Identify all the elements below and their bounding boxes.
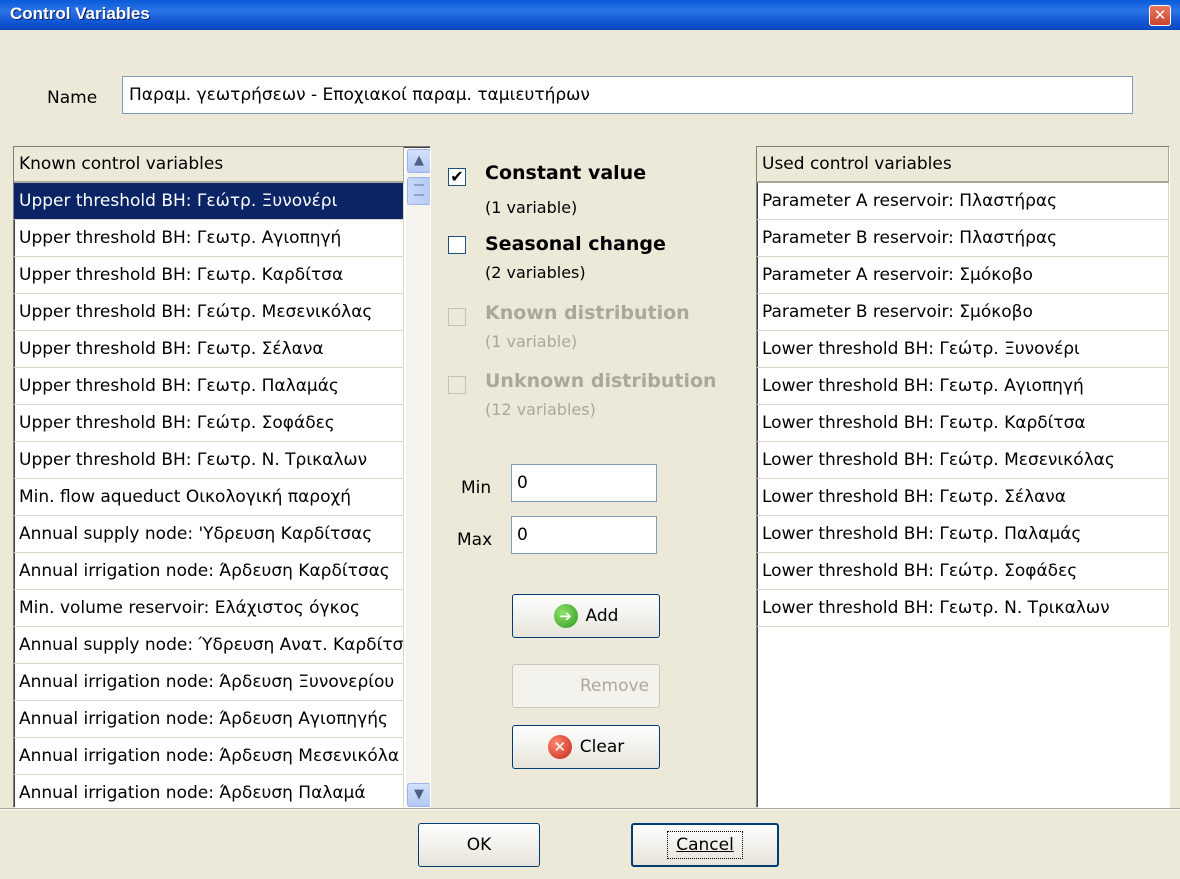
max-input[interactable] (511, 516, 657, 554)
seasonal-change-count: (2 variables) (485, 263, 586, 282)
add-button-label: Add (585, 606, 619, 626)
used-variables-list: Used control variables Parameter A reser… (756, 146, 1170, 808)
clear-icon: ✕ (547, 735, 572, 759)
list-item[interactable]: Min. volume reservoir: Ελάχιστος όγκος (14, 590, 404, 627)
list-item[interactable]: Parameter B reservoir: Σμόκοβο (757, 294, 1169, 331)
known-distribution-checkbox (448, 308, 466, 326)
remove-button-label: Remove (580, 676, 649, 696)
min-label: Min (461, 478, 492, 498)
name-label: Name (47, 88, 98, 108)
clear-button[interactable]: ✕ Clear (512, 725, 660, 769)
list-item[interactable]: Annual irrigation node: Άρδευση Ξυνονερί… (14, 664, 404, 701)
list-item[interactable]: Upper threshold BH: Γεωτρ. Ν. Τρικαλων (14, 442, 404, 479)
known-list-scrollbar[interactable]: ▲ ▼ (406, 149, 430, 807)
list-item[interactable]: Min. flow aqueduct Οικολογική παροχή (14, 479, 404, 516)
ok-button[interactable]: OK (418, 823, 540, 867)
seasonal-change-label: Seasonal change (485, 233, 666, 255)
list-item[interactable]: Upper threshold BH: Γεωτρ. Παλαμάς (14, 368, 404, 405)
seasonal-change-checkbox[interactable] (448, 236, 466, 254)
list-item[interactable]: Annual irrigation node: Άρδευση Καρδίτσα… (14, 553, 404, 590)
window-title: Control Variables (10, 4, 150, 23)
list-item[interactable]: Upper threshold BH: Γεωτρ. Αγιοπηγή (14, 220, 404, 257)
bottom-separator (0, 808, 1180, 810)
known-variables-header[interactable]: Known control variables (14, 147, 404, 183)
clear-button-label: Clear (579, 737, 625, 757)
known-distribution-label: Known distribution (485, 302, 690, 324)
list-item[interactable]: Annual irrigation node: Άρδευση Αγιοπηγή… (14, 701, 404, 738)
list-item[interactable]: Upper threshold BH: Γεώτρ. Μεσενικόλας (14, 294, 404, 331)
list-item[interactable]: Lower threshold BH: Γεώτρ. Μεσενικόλας (757, 442, 1169, 479)
list-item[interactable]: Lower threshold BH: Γεωτρ. Αγιοπηγή (757, 368, 1169, 405)
scroll-up-icon[interactable]: ▲ (407, 149, 430, 173)
list-item[interactable]: Lower threshold BH: Γεώτρ. Σοφάδες (757, 553, 1169, 590)
unknown-distribution-checkbox (448, 376, 466, 394)
control-variables-dialog: Control Variables ✕ Name Known control v… (0, 0, 1180, 879)
list-item[interactable]: Upper threshold BH: Γεωτρ. Σέλανα (14, 331, 404, 368)
scroll-down-icon[interactable]: ▼ (407, 783, 430, 807)
unknown-distribution-label: Unknown distribution (485, 370, 717, 392)
list-item[interactable]: Lower threshold BH: Γεωτρ. Σέλανα (757, 479, 1169, 516)
list-item[interactable]: Upper threshold BH: Γεώτρ. Ξυνονέρι (14, 183, 404, 220)
cancel-button[interactable]: Cancel (631, 823, 779, 867)
constant-value-count: (1 variable) (485, 198, 578, 217)
list-item[interactable]: Annual supply node: 'Υδρευση Καρδίτσας (14, 516, 404, 553)
list-item[interactable]: Parameter B reservoir: Πλαστήρας (757, 220, 1169, 257)
remove-button[interactable]: Remove (512, 664, 660, 708)
constant-value-label: Constant value (485, 162, 647, 184)
list-item[interactable]: Annual supply node: Ύδρευση Ανατ. Καρδίτ… (14, 627, 404, 664)
scroll-thumb[interactable] (407, 177, 430, 205)
known-distribution-count: (1 variable) (485, 332, 578, 351)
list-item[interactable]: Annual irrigation node: Άρδευση Παλαμά (14, 775, 404, 807)
list-item[interactable]: Lower threshold BH: Γεωτρ. Καρδίτσα (757, 405, 1169, 442)
list-item[interactable]: Upper threshold BH: Γεώτρ. Σοφάδες (14, 405, 404, 442)
cancel-button-label: Cancel (667, 831, 743, 859)
add-button[interactable]: ➔ Add (512, 594, 660, 638)
list-item[interactable]: Lower threshold BH: Γεώτρ. Ξυνονέρι (757, 331, 1169, 368)
name-input[interactable] (122, 76, 1133, 114)
list-item[interactable]: Parameter A reservoir: Πλαστήρας (757, 183, 1169, 220)
ok-button-label: OK (466, 835, 492, 855)
min-input[interactable] (511, 464, 657, 502)
close-icon[interactable]: ✕ (1149, 5, 1171, 26)
list-item[interactable]: Upper threshold BH: Γεωτρ. Καρδίτσα (14, 257, 404, 294)
constant-value-checkbox[interactable]: ✔ (448, 168, 466, 186)
list-item[interactable]: Annual irrigation node: Άρδευση Μεσενικό… (14, 738, 404, 775)
used-variables-header[interactable]: Used control variables (757, 147, 1169, 183)
list-item[interactable]: Lower threshold BH: Γεωτρ. Παλαμάς (757, 516, 1169, 553)
max-label: Max (457, 530, 493, 550)
arrow-right-icon: ➔ (553, 604, 578, 628)
unknown-distribution-count: (12 variables) (485, 400, 596, 419)
list-item[interactable]: Lower threshold BH: Γεωτρ. Ν. Τρικαλων (757, 590, 1169, 627)
list-item[interactable]: Parameter A reservoir: Σμόκοβο (757, 257, 1169, 294)
known-variables-list: Known control variables Upper threshold … (13, 146, 431, 808)
title-bar[interactable]: Control Variables ✕ (0, 0, 1180, 30)
